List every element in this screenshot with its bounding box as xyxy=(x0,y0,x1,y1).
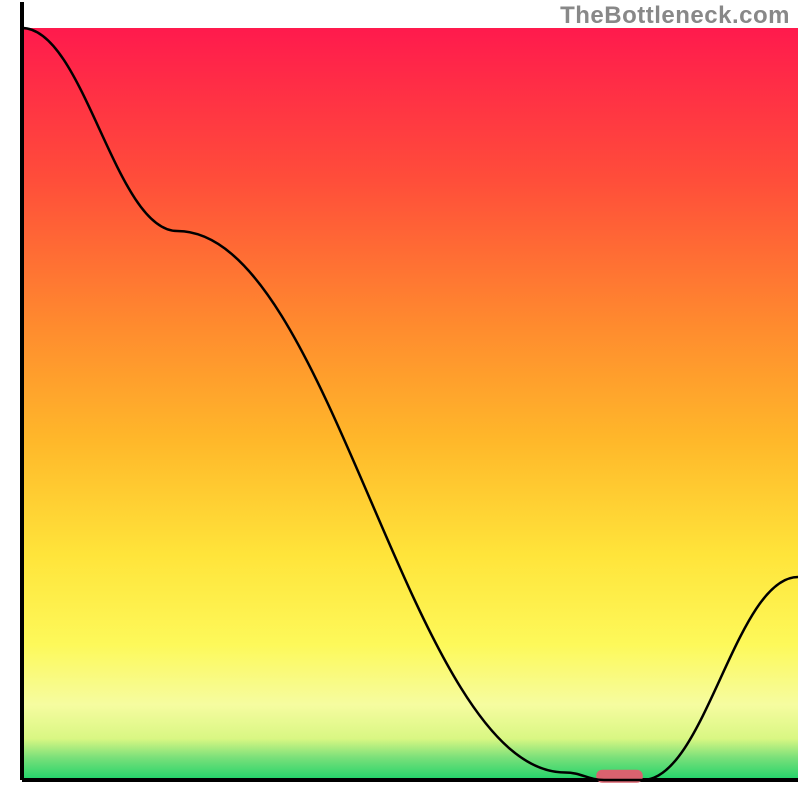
bottleneck-chart xyxy=(0,0,800,800)
gradient-background xyxy=(22,28,798,780)
watermark-text: TheBottleneck.com xyxy=(560,2,790,30)
chart-frame: TheBottleneck.com xyxy=(0,0,800,800)
